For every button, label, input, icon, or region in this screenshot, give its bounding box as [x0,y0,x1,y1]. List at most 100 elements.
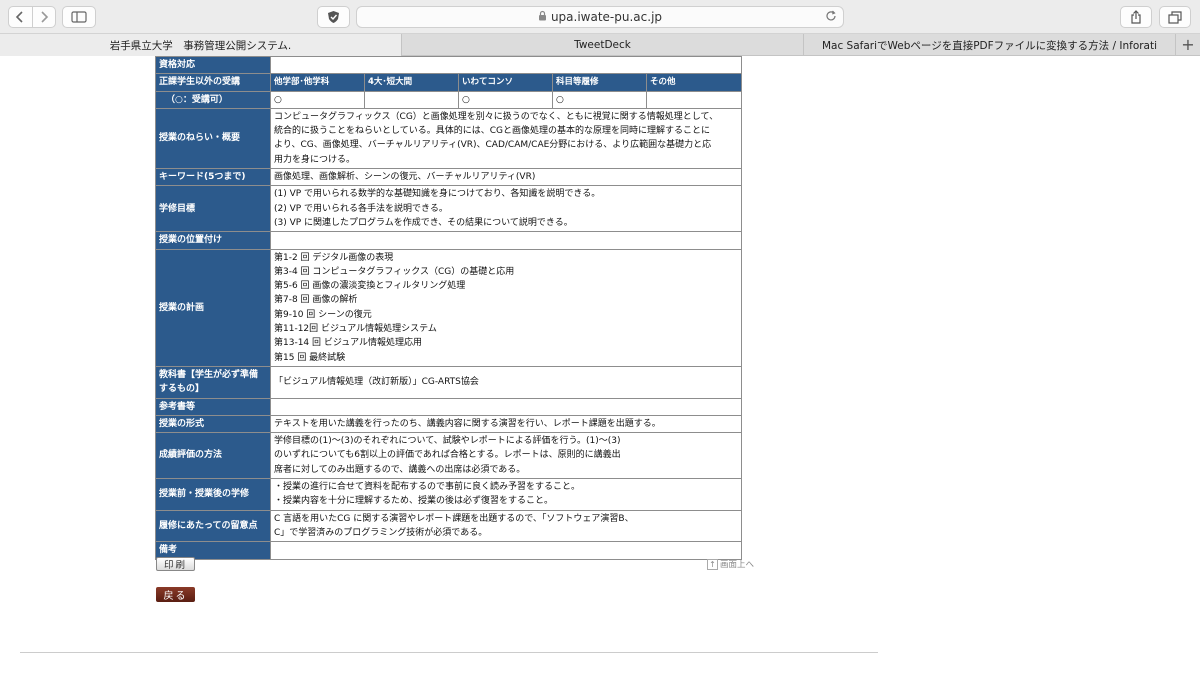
study-line: ・授業内容を十分に理解するため、授業の後は必ず復習をすること。 [274,496,554,507]
plan-line: 第15 回 最終試験 [274,352,346,363]
label-shikaku: 資格対応 [155,56,271,75]
label-aim: 授業のねらい・概要 [155,107,271,170]
row-keyword: キーワード(5つまで) 画像処理、画像解析、シーンの復元、バーチャルリアリティ(… [155,168,743,187]
navigation-buttons [8,6,56,28]
row-aim: 授業のねらい・概要 コンピュータグラフィックス（CG）と画像処理を別々に扱うので… [155,107,743,170]
plan-line: 第1-2 回 デジタル画像の表現 [274,252,394,263]
label-format: 授業の形式 [155,414,271,434]
label-goal: 学修目標 [155,185,271,233]
row-eval: 成績評価の方法 学修目標の(1)～(3)のそれぞれについて、試験やレポートによる… [155,432,743,480]
print-button[interactable]: 印刷 [156,557,195,571]
value-shikaku [269,56,743,75]
row-format: 授業の形式 テキストを用いた講義を行ったのち、講義内容に関する演習を行い、レポー… [155,414,743,434]
mark-university-college [364,90,459,109]
eval-line: 席者に対してのみ出題するので、講義への出席は必須である。 [274,464,526,475]
address-url: upa.iwate-pu.ac.jp [550,10,663,24]
row-remarks: 備考 [155,541,743,560]
tabs-overview-icon[interactable] [1159,6,1191,28]
tab-inforati[interactable]: Mac SafariでWebページを直接PDFファイルに変換する方法 / Inf… [804,34,1176,56]
value-format: テキストを用いた講義を行ったのち、講義内容に関する演習を行い、レポート課題を出題… [269,414,743,434]
label-textbook: 教科書【学生が必ず準備 するもの】 [155,365,271,399]
reload-icon[interactable] [825,10,837,25]
row-study: 授業前・授業後の学修 ・授業の進行に合せて資料を配布するので事前に良く読み予習を… [155,478,743,511]
row-textbook: 教科書【学生が必ず準備 するもの】 「ビジュアル情報処理（改訂新版）」CG-AR… [155,365,743,399]
eval-line: 学修目標の(1)～(3)のそれぞれについて、試験やレポートによる評価を行う。(1… [274,436,621,447]
tab-iwate-system[interactable]: 岩手県立大学 事務管理公開システム. [0,34,402,56]
row-plan: 授業の計画 第1-2 回 デジタル画像の表現 第3-4 回 コンピュータグラフィ… [155,248,743,367]
value-remarks [269,541,743,560]
eval-line: のいずれについても6割以上の評価であれば合格とする。レポートは、原則的に講義出 [274,450,621,461]
row-notes: 履修にあたっての留意点 C 言語を用いたCG に関する演習やレポート課題を出題す… [155,509,743,543]
notes-line: C 言語を用いたCG に関する演習やレポート課題を出題するので、「ソフトウェア演… [274,513,634,524]
arrow-up-icon: ↑ [707,558,718,570]
address-bar[interactable]: upa.iwate-pu.ac.jp [356,6,844,28]
value-study: ・授業の進行に合せて資料を配布するので事前に良く読み予習をすること。 ・授業内容… [269,478,743,511]
sidebar-toggle-icon[interactable] [62,6,96,28]
label-other-students: 正課学生以外の受講 [155,73,271,92]
goal-line: (2) VP で用いられる各手法を説明できる。 [274,203,448,214]
back-nav-icon[interactable] [9,7,32,27]
col-other-faculty: 他学部･他学科 [270,73,365,92]
label-position: 授業の位置付け [155,231,271,250]
syllabus-table: 資格対応 正課学生以外の受講 他学部･他学科 4大･短大間 いわてコンソ 科目等… [155,56,743,560]
to-top-label: 画面上へ [720,560,755,570]
label-notes: 履修にあたっての留意点 [155,509,271,543]
value-reference [269,397,743,416]
divider [20,652,878,653]
lock-icon [538,10,547,24]
col-iwate-conso: いわてコンソ [458,73,553,92]
plan-line: 第11-12回 ビジュアル情報処理システム [274,324,437,335]
mark-other-faculty: ○ [270,90,365,109]
mark-credited-auditor: ○ [552,90,647,109]
aim-line: コンピュータグラフィックス（CG）と画像処理を別々に扱うのでなく、ともに視覚に関… [274,111,719,122]
textbook-label-line: 教科書【学生が必ず準備 [159,369,259,380]
row-position: 授業の位置付け [155,231,743,250]
col-credited-auditor: 科目等履修 [552,73,647,92]
label-available: （○：受講可） [155,90,271,109]
tab-bar: 岩手県立大学 事務管理公開システム. TweetDeck Mac Safariで… [0,34,1200,56]
label-keyword: キーワード(5つまで) [155,168,271,187]
value-goal: (1) VP で用いられる数学的な基礎知識を身につけており、各知識を説明できる。… [269,185,743,233]
page-content: 資格対応 正課学生以外の受講 他学部･他学科 4大･短大間 いわてコンソ 科目等… [0,56,1200,675]
value-keyword: 画像処理、画像解析、シーンの復元、バーチャルリアリティ(VR) [269,168,743,187]
browser-toolbar: upa.iwate-pu.ac.jp [0,0,1200,34]
notes-line: C」で学習済みのプログラミング技術が必須である。 [274,527,488,538]
textbook-label-line: するもの】 [159,384,205,395]
row-other-marks: （○：受講可） ○ ○ ○ [155,90,743,109]
value-notes: C 言語を用いたCG に関する演習やレポート課題を出題するので、「ソフトウェア演… [269,509,743,543]
privacy-shield-icon[interactable] [317,6,350,28]
plan-line: 第3-4 回 コンピュータグラフィックス（CG）の基礎と応用 [274,266,515,277]
back-button[interactable]: 戻る [156,587,195,602]
label-study: 授業前・授業後の学修 [155,478,271,511]
new-tab-icon[interactable]: + [1176,34,1200,55]
col-university-college: 4大･短大間 [364,73,459,92]
goal-line: (3) VP に関連したプログラムを作成でき、その結果について説明できる。 [274,217,573,228]
goal-line: (1) VP で用いられる数学的な基礎知識を身につけており、各知識を説明できる。 [274,189,601,200]
row-other-students: 正課学生以外の受講 他学部･他学科 4大･短大間 いわてコンソ 科目等履修 その… [155,73,743,92]
study-line: ・授業の進行に合せて資料を配布するので事前に良く読み予習をすること。 [274,482,581,493]
value-position [269,231,743,250]
plan-line: 第7-8 回 画像の解析 [274,295,358,306]
col-others: その他 [645,73,743,92]
aim-line: 統合的に扱うことをねらいとしている。具体的には、CGと画像処理の基本的な原理を同… [274,126,710,137]
plan-line: 第9-10 回 シーンの復元 [274,309,372,320]
value-eval: 学修目標の(1)～(3)のそれぞれについて、試験やレポートによる評価を行う。(1… [269,432,743,480]
value-textbook: 「ビジュアル情報処理（改訂新版）」CG-ARTS協会 [269,365,743,399]
mark-iwate-conso: ○ [458,90,553,109]
label-eval: 成績評価の方法 [155,432,271,480]
row-shikaku: 資格対応 [155,56,743,75]
row-reference: 参考書等 [155,397,743,416]
plan-line: 第5-6 回 画像の濃淡変換とフィルタリング処理 [274,281,466,292]
label-reference: 参考書等 [155,397,271,416]
row-goal: 学修目標 (1) VP で用いられる数学的な基礎知識を身につけており、各知識を説… [155,185,743,233]
value-aim: コンピュータグラフィックス（CG）と画像処理を別々に扱うのでなく、ともに視覚に関… [269,107,743,170]
forward-nav-icon[interactable] [31,7,56,27]
share-icon[interactable] [1120,6,1152,28]
aim-line: より、CG、画像処理、バーチャルリアリティ(VR)、CAD/CAM/CAE分野に… [274,140,712,151]
plan-line: 第13-14 回 ビジュアル情報処理応用 [274,338,422,349]
label-plan: 授業の計画 [155,248,271,367]
to-top-link[interactable]: ↑ 画面上へ [707,558,754,570]
aim-line: 用力を身につける。 [274,154,356,165]
tab-tweetdeck[interactable]: TweetDeck [402,34,804,56]
value-plan: 第1-2 回 デジタル画像の表現 第3-4 回 コンピュータグラフィックス（CG… [269,248,743,367]
